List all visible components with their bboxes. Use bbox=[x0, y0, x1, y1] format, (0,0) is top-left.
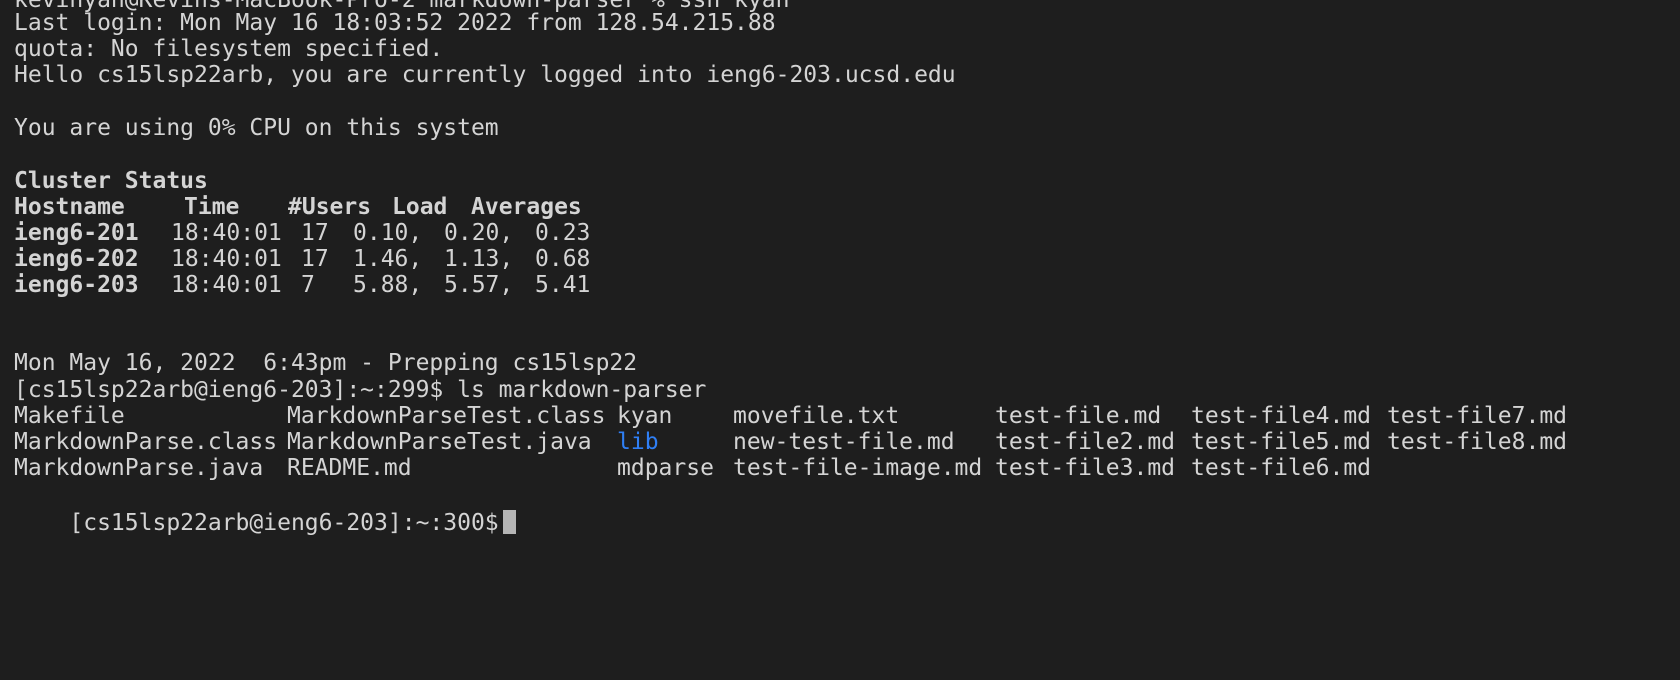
cluster-hostname: ieng6-201 bbox=[14, 220, 139, 246]
file-entry: mdparse bbox=[617, 455, 714, 481]
shell-prompt: [cs15lsp22arb@ieng6-203]:~:300$ bbox=[69, 510, 499, 536]
file-entry: Makefile bbox=[14, 403, 125, 429]
file-entry: test-file2.md bbox=[995, 429, 1176, 455]
file-entry: test-file.md bbox=[995, 403, 1162, 429]
cluster-load-5: 5.57, bbox=[444, 272, 514, 298]
cluster-users: 17 bbox=[301, 220, 329, 246]
directory-entry: lib bbox=[617, 429, 659, 455]
cluster-row: ieng6-203 18:40:01 7 5.88, 5.57, 5.41 bbox=[14, 271, 590, 299]
ls-output-row: Makefile MarkdownParseTest.class kyan mo… bbox=[14, 402, 1567, 430]
terminal-window[interactable]: kevinyan@Kevins-MacBook-Pro-2 markdown-p… bbox=[0, 0, 1680, 548]
file-entry: README.md bbox=[287, 455, 412, 481]
hello-line: Hello cs15lsp22arb, you are currently lo… bbox=[14, 62, 956, 88]
header-averages: Averages bbox=[471, 194, 582, 220]
file-entry: test-file-image.md bbox=[733, 455, 983, 481]
prompt-line[interactable]: [cs15lsp22arb@ieng6-203]:~:300$ bbox=[14, 481, 516, 536]
cluster-row: ieng6-201 18:40:01 17 0.10, 0.20, 0.23 bbox=[14, 219, 590, 247]
cluster-load-1: 1.46, bbox=[353, 246, 423, 272]
file-entry: new-test-file.md bbox=[733, 429, 955, 455]
file-entry: test-file7.md bbox=[1387, 403, 1568, 429]
file-entry: movefile.txt bbox=[733, 403, 900, 429]
file-entry: kyan bbox=[617, 403, 673, 429]
ls-output-row: MarkdownParse.java README.md mdparse tes… bbox=[14, 454, 1371, 482]
last-login-line: Last login: Mon May 16 18:03:52 2022 fro… bbox=[14, 10, 776, 36]
header-hostname: Hostname bbox=[14, 194, 125, 220]
ls-command-line: [cs15lsp22arb@ieng6-203]:~:299$ ls markd… bbox=[14, 377, 707, 403]
cluster-time: 18:40:01 bbox=[171, 246, 282, 272]
text-cursor bbox=[502, 510, 516, 534]
cluster-load-15: 5.41 bbox=[535, 272, 591, 298]
cluster-status-title: Cluster Status bbox=[14, 168, 208, 194]
cluster-row: ieng6-202 18:40:01 17 1.46, 1.13, 0.68 bbox=[14, 245, 590, 273]
cluster-time: 18:40:01 bbox=[171, 220, 282, 246]
cluster-users: 7 bbox=[301, 272, 315, 298]
file-entry: test-file5.md bbox=[1191, 429, 1372, 455]
file-entry: test-file6.md bbox=[1191, 455, 1372, 481]
header-time: Time bbox=[184, 194, 240, 220]
cluster-load-5: 0.20, bbox=[444, 220, 514, 246]
file-entry: MarkdownParse.java bbox=[14, 455, 264, 481]
cluster-hostname: ieng6-203 bbox=[14, 272, 139, 298]
file-entry: MarkdownParse.class bbox=[14, 429, 278, 455]
cluster-header-row: Hostname Time #Users Load Averages bbox=[14, 193, 582, 221]
cluster-hostname: ieng6-202 bbox=[14, 246, 139, 272]
cluster-load-15: 0.23 bbox=[535, 220, 591, 246]
file-entry: test-file8.md bbox=[1387, 429, 1568, 455]
cluster-load-15: 0.68 bbox=[535, 246, 591, 272]
header-load: Load bbox=[392, 194, 448, 220]
banner-line: Mon May 16, 2022 6:43pm - Prepping cs15l… bbox=[14, 350, 638, 376]
cluster-users: 17 bbox=[301, 246, 329, 272]
file-entry: MarkdownParseTest.class bbox=[287, 403, 606, 429]
ls-output-row: MarkdownParse.class MarkdownParseTest.ja… bbox=[14, 428, 1567, 456]
file-entry: test-file3.md bbox=[995, 455, 1176, 481]
file-entry: test-file4.md bbox=[1191, 403, 1372, 429]
cluster-load-5: 1.13, bbox=[444, 246, 514, 272]
file-entry: MarkdownParseTest.java bbox=[287, 429, 592, 455]
header-users: #Users bbox=[288, 194, 372, 220]
cluster-load-1: 0.10, bbox=[353, 220, 423, 246]
cpu-line: You are using 0% CPU on this system bbox=[14, 115, 499, 141]
quota-line: quota: No filesystem specified. bbox=[14, 36, 444, 62]
cluster-time: 18:40:01 bbox=[171, 272, 282, 298]
cluster-load-1: 5.88, bbox=[353, 272, 423, 298]
